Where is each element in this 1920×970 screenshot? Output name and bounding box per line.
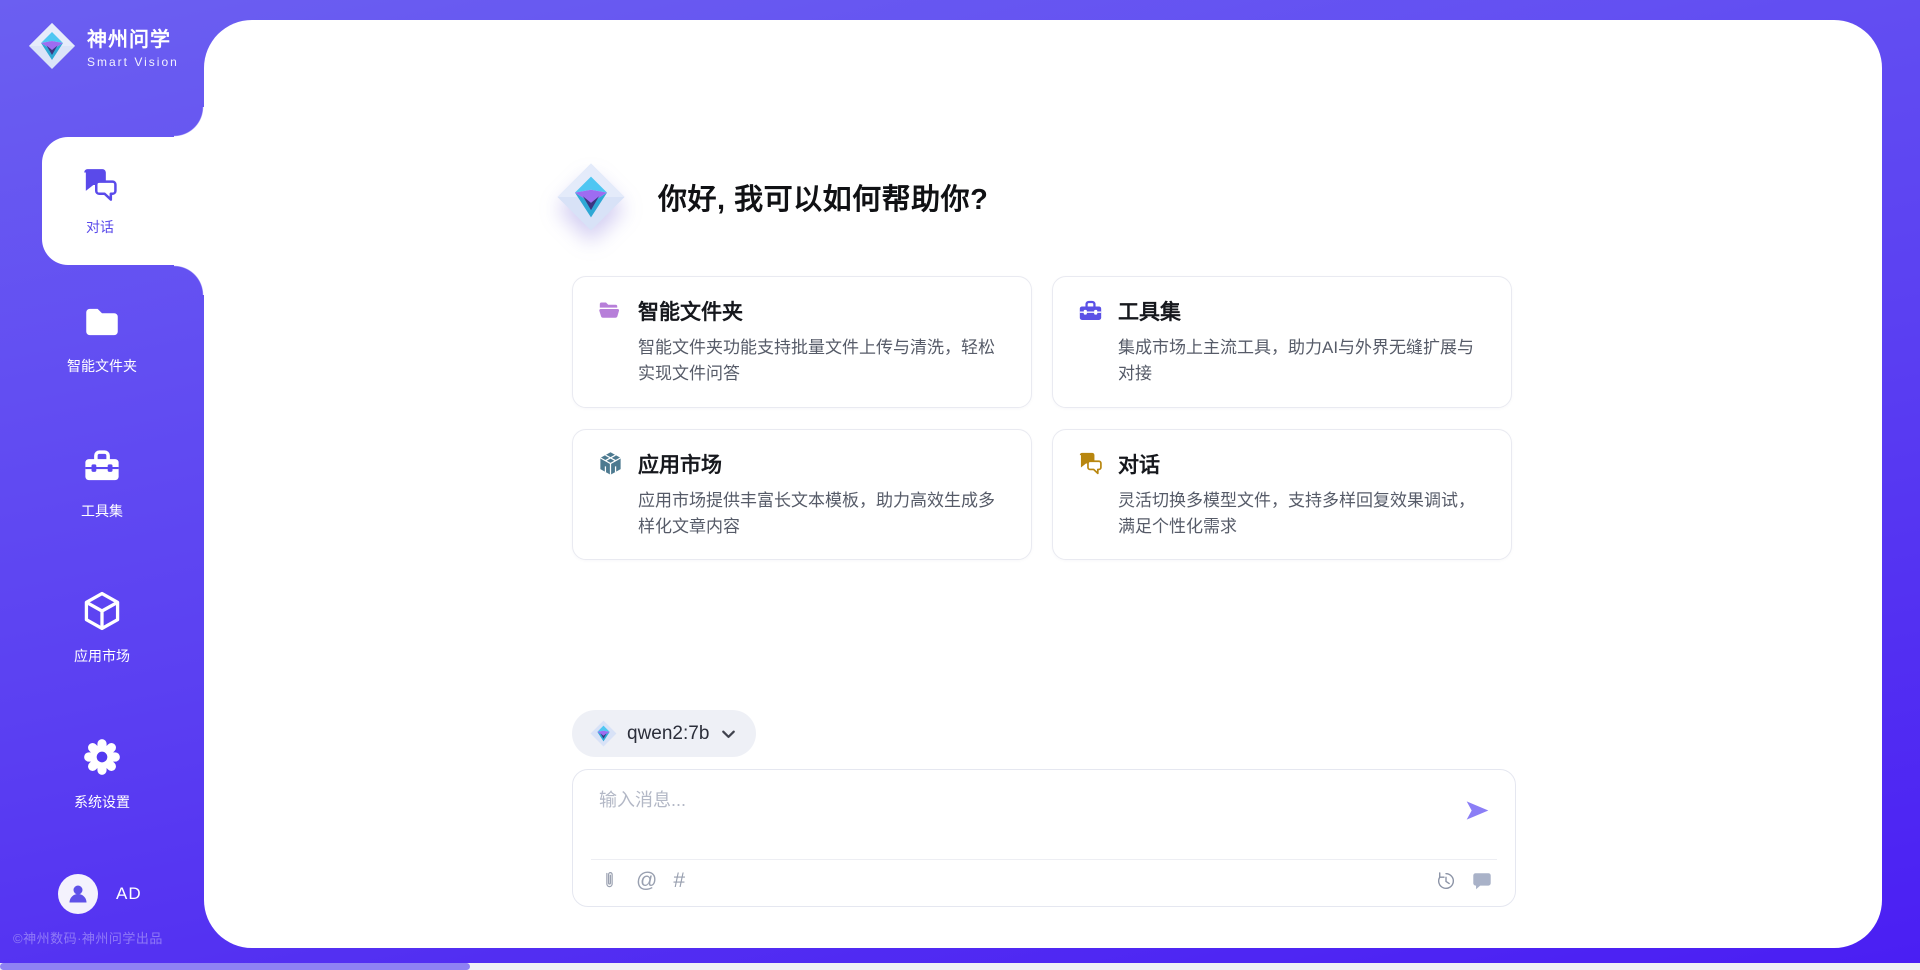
card-description: 应用市场提供丰富长文本模板，助力高效生成多样化文章内容 (638, 488, 1007, 541)
sidebar-item-label: 工具集 (81, 501, 123, 521)
message-input-container: @ # (572, 769, 1516, 907)
model-name: qwen2:7b (627, 723, 709, 745)
user-initials: AD (116, 884, 142, 904)
message-input[interactable] (599, 786, 1459, 842)
card-description: 灵活切换多模型文件，支持多样回复效果调试，满足个性化需求 (1118, 488, 1487, 541)
input-divider (591, 859, 1497, 860)
sidebar-item-settings[interactable]: 系统设置 (0, 721, 204, 825)
assistant-logo-icon (556, 162, 626, 232)
card-title: 对话 (1118, 449, 1160, 479)
model-selector[interactable]: qwen2:7b (572, 710, 756, 757)
greeting-title: 你好, 我可以如何帮助你? (658, 176, 988, 218)
card-description: 集成市场上主流工具，助力AI与外界无缝扩展与对接 (1118, 335, 1487, 388)
hash-icon[interactable]: # (673, 870, 685, 891)
model-logo-icon (590, 720, 617, 747)
horizontal-scrollbar[interactable] (0, 963, 1920, 970)
toolbox-icon (1077, 298, 1104, 325)
send-button[interactable] (1464, 798, 1491, 823)
chat-icon (80, 165, 120, 208)
scrollbar-thumb[interactable] (0, 963, 470, 970)
brand-name: 神州问学 (87, 23, 179, 52)
avatar (58, 874, 98, 914)
history-icon[interactable] (1435, 870, 1457, 892)
at-icon[interactable]: @ (636, 870, 657, 891)
greeting: 你好, 我可以如何帮助你? (556, 162, 988, 232)
card-title: 工具集 (1118, 296, 1181, 326)
sidebar-item-label: 应用市场 (74, 646, 130, 666)
sidebar-item-app-market[interactable]: 应用市场 (0, 575, 204, 679)
toolbox-icon (81, 446, 123, 491)
brand: 神州问学 Smart Vision (28, 22, 179, 70)
chat-bubbles-icon (1077, 450, 1104, 477)
sidebar-item-smart-folder[interactable]: 智能文件夹 (0, 286, 204, 390)
main-panel: 你好, 我可以如何帮助你? 智能文件夹 智能文件夹功能支持批量文件上传与清洗，轻… (204, 20, 1882, 948)
cube-icon (80, 589, 124, 636)
brand-subtitle: Smart Vision (87, 55, 179, 69)
feature-card-chat[interactable]: 对话 灵活切换多模型文件，支持多样回复效果调试，满足个性化需求 (1052, 429, 1512, 561)
card-title: 智能文件夹 (638, 296, 743, 326)
card-title: 应用市场 (638, 449, 722, 479)
user-profile[interactable]: AD (58, 874, 142, 914)
sidebar-item-chat[interactable]: 对话 (42, 137, 204, 265)
input-tools-left: @ # (599, 870, 685, 891)
sidebar-item-toolset[interactable]: 工具集 (0, 431, 204, 535)
input-tools-right (1435, 870, 1493, 892)
message-icon[interactable] (1471, 870, 1493, 892)
cube-grid-icon (597, 450, 624, 477)
sidebar-item-label: 智能文件夹 (67, 356, 137, 376)
brand-logo-icon (28, 22, 76, 70)
feature-cards: 智能文件夹 智能文件夹功能支持批量文件上传与清洗，轻松实现文件问答 工具集 集成… (572, 276, 1512, 560)
sidebar-item-label: 系统设置 (74, 792, 130, 812)
sidebar: 神州问学 Smart Vision 对话 智能文件夹 (0, 0, 204, 970)
active-tab-curve-top (174, 107, 204, 137)
folder-icon (81, 301, 123, 346)
chevron-down-icon (719, 723, 738, 744)
feature-card-toolset[interactable]: 工具集 集成市场上主流工具，助力AI与外界无缝扩展与对接 (1052, 276, 1512, 408)
feature-card-app-market[interactable]: 应用市场 应用市场提供丰富长文本模板，助力高效生成多样化文章内容 (572, 429, 1032, 561)
copyright-text: ©神州数码·神州问学出品 (13, 928, 217, 947)
sidebar-item-label: 对话 (86, 217, 114, 237)
card-description: 智能文件夹功能支持批量文件上传与清洗，轻松实现文件问答 (638, 335, 1007, 388)
paperclip-icon[interactable] (599, 870, 620, 891)
folder-open-icon (597, 298, 624, 325)
gear-icon (80, 735, 124, 782)
feature-card-smart-folder[interactable]: 智能文件夹 智能文件夹功能支持批量文件上传与清洗，轻松实现文件问答 (572, 276, 1032, 408)
